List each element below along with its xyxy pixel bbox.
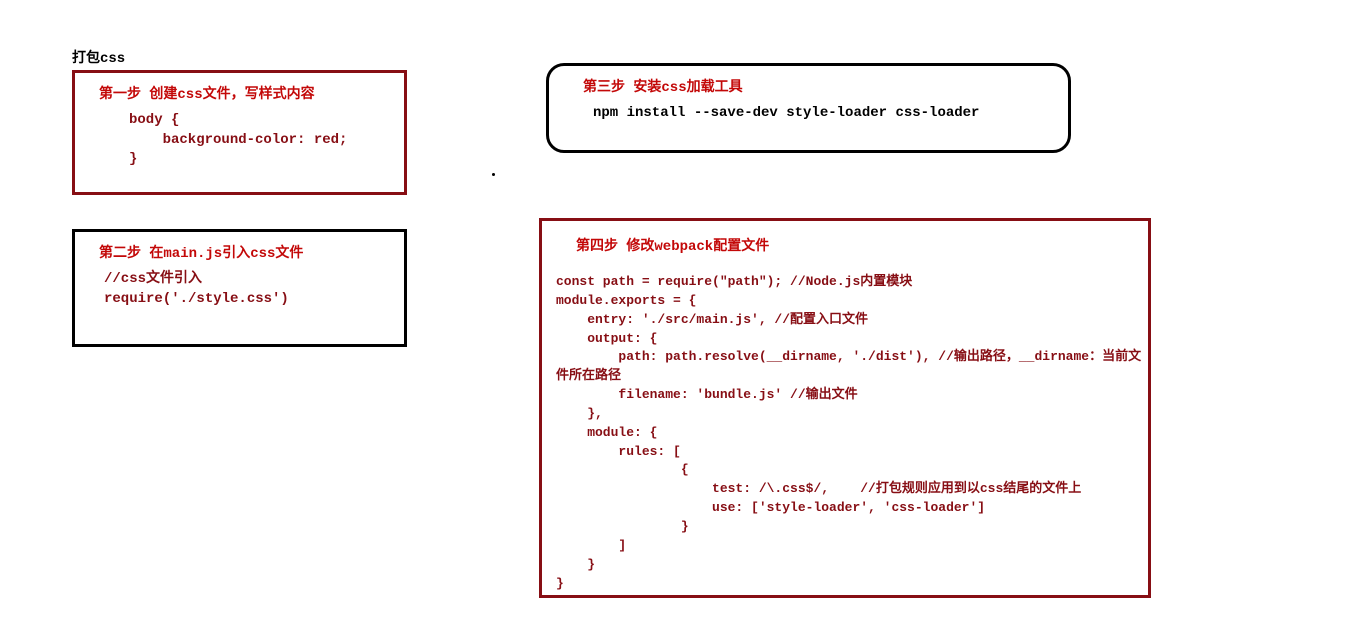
step4-box: 第四步 修改webpack配置文件 const path = require("…: [539, 218, 1151, 598]
step1-box: 第一步 创建css文件，写样式内容 body { background-colo…: [72, 70, 407, 195]
step2-heading: 第二步 在main.js引入css文件: [89, 242, 390, 262]
page-title: 打包css: [72, 47, 125, 67]
step4-code: const path = require("path"); //Node.js内…: [556, 273, 1134, 593]
step3-heading: 第三步 安装css加载工具: [563, 76, 1054, 96]
step1-heading: 第一步 创建css文件，写样式内容: [89, 83, 390, 103]
step1-code: body { background-color: red; }: [89, 111, 390, 170]
step3-box: 第三步 安装css加载工具 npm install --save-dev sty…: [546, 63, 1071, 153]
step3-code: npm install --save-dev style-loader css-…: [563, 104, 1054, 124]
step2-code: //css文件引入 require('./style.css'): [89, 270, 390, 309]
decorative-dot: [492, 173, 495, 176]
step2-box: 第二步 在main.js引入css文件 //css文件引入 require('.…: [72, 229, 407, 347]
step4-heading: 第四步 修改webpack配置文件: [556, 235, 1134, 255]
